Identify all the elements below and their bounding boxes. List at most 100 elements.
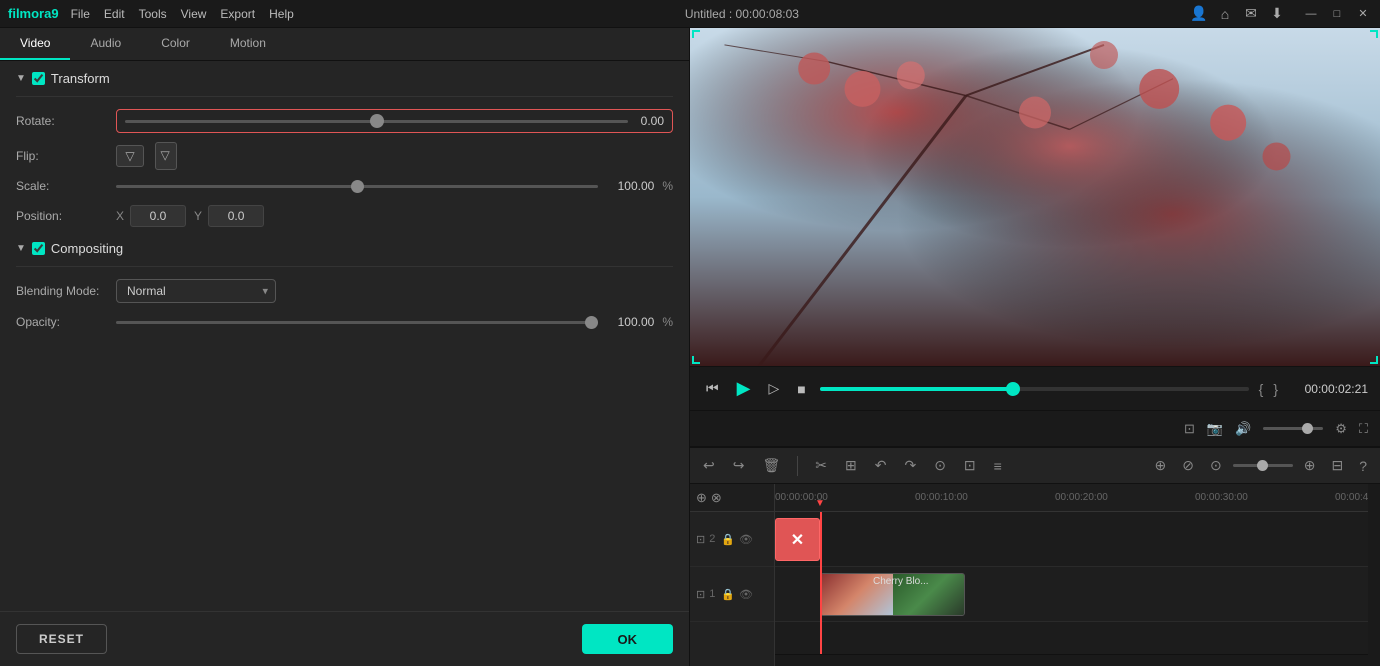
flip-control: ▽ ▷ (116, 145, 673, 167)
rotate-tl-button[interactable]: ↶ (870, 454, 892, 477)
flip-vertical-button[interactable]: ▷ (155, 142, 177, 170)
close-button[interactable]: ✕ (1354, 7, 1372, 20)
volume-slider[interactable] (1263, 427, 1323, 430)
maximize-button[interactable]: □ (1328, 8, 1346, 20)
ruler-mark-10: 00:00:10:00 (915, 492, 968, 503)
tl-zoom-slider[interactable] (1233, 464, 1293, 467)
tl-list-icon[interactable]: ⊟ (1326, 454, 1348, 477)
zoom-button[interactable]: ⊙ (929, 454, 951, 477)
bracket-left[interactable]: { (1259, 381, 1264, 397)
transform-collapse-arrow[interactable]: ▼ (16, 73, 26, 84)
timeline-gutter (1368, 484, 1380, 666)
stop-button[interactable]: ■ (793, 377, 809, 401)
transport-controls: ⏮ ▶ ▷ ■ { } 00:00:02:21 (690, 366, 1380, 410)
color-tl-button[interactable]: ⊡ (959, 454, 981, 477)
flip-tl-button[interactable]: ↷ (899, 454, 921, 477)
filter-button[interactable]: ≡ (989, 455, 1007, 477)
transform-title: Transform (51, 71, 110, 86)
undo-button[interactable]: ↩ (698, 454, 720, 477)
menu-tools[interactable]: Tools (139, 7, 167, 21)
monitor-icon[interactable]: ⊡ (1184, 421, 1195, 437)
settings-icon[interactable]: ⚙ (1335, 421, 1347, 437)
blending-mode-label: Blending Mode: (16, 284, 116, 298)
track1-visibility-icon[interactable]: 👁 (739, 588, 753, 601)
blending-mode-control: Normal Dissolve Multiply Screen Overlay (116, 279, 673, 303)
menu-export[interactable]: Export (220, 7, 255, 21)
opacity-slider[interactable] (116, 321, 598, 324)
preview-corner-br (1370, 356, 1378, 364)
tl-ruler-header: ⊕ ⊗ (690, 484, 774, 512)
link-icon[interactable]: ⊗ (711, 490, 722, 506)
tl-setting2[interactable]: ⊘ (1177, 454, 1199, 477)
compositing-collapse-arrow[interactable]: ▼ (16, 243, 26, 254)
timeline: ↩ ↪ 🗑 ✂ ⊞ ↶ ↷ ⊙ ⊡ ≡ ⊕ ⊘ ⊙ ⊕ ⊟ ? (690, 446, 1380, 666)
rotate-slider[interactable] (125, 120, 628, 123)
tab-audio[interactable]: Audio (70, 28, 141, 60)
mail-icon[interactable]: ✉ (1242, 5, 1260, 22)
video-clip[interactable]: Cherry Blo... (820, 573, 965, 616)
blending-mode-select[interactable]: Normal Dissolve Multiply Screen Overlay (116, 279, 276, 303)
track-1-row: Cherry Blo... (775, 567, 1368, 622)
minimize-button[interactable]: — (1302, 8, 1320, 20)
fullscreen-icon[interactable]: ⛶ (1359, 421, 1368, 437)
add-track-icon[interactable]: ⊕ (696, 490, 707, 506)
transform-checkbox[interactable] (32, 72, 45, 85)
position-x-input[interactable] (130, 205, 186, 227)
compositing-section-header: ▼ Compositing (16, 241, 673, 256)
flip-horizontal-button[interactable]: ▽ (116, 145, 144, 167)
timeline-scrollbar[interactable] (775, 654, 1368, 666)
ruler-mark-30: 00:00:30:00 (1195, 492, 1248, 503)
menu-view[interactable]: View (181, 7, 207, 21)
delete-button[interactable]: 🗑 (757, 454, 785, 477)
redo-button[interactable]: ↪ (728, 454, 750, 477)
tab-video[interactable]: Video (0, 28, 70, 60)
tab-motion[interactable]: Motion (210, 28, 286, 60)
reset-button[interactable]: RESET (16, 624, 107, 654)
progress-fill (820, 387, 1013, 391)
timeline-toolbar-right: ⊕ ⊘ ⊙ ⊕ ⊟ ? (1150, 454, 1372, 477)
scale-slider[interactable] (116, 185, 598, 188)
track2-visibility-icon[interactable]: 👁 (739, 533, 753, 546)
menu-file[interactable]: File (71, 7, 90, 21)
play-button[interactable]: ▶ (733, 374, 755, 403)
user-icon[interactable]: 👤 (1190, 5, 1208, 22)
preview-corner-bl (692, 356, 700, 364)
scale-control: 100.00 % (116, 179, 673, 193)
track2-lock-icon[interactable]: 🔒 (721, 533, 735, 546)
tl-setting1[interactable]: ⊕ (1150, 454, 1172, 477)
timeline-main: 00:00:00:00 00:00:10:00 00:00:20:00 00:0… (775, 484, 1368, 666)
track1-lock-icon[interactable]: 🔒 (721, 588, 735, 601)
menu-bar: File Edit Tools View Export Help (71, 7, 294, 21)
position-x-group: X (116, 205, 186, 227)
track1-video-icon: ⊡ (696, 588, 705, 601)
rotate-box: 0.00 (116, 109, 673, 133)
ok-button[interactable]: OK (582, 624, 674, 654)
clip-red-marker[interactable]: ✕ (775, 518, 820, 561)
home-icon[interactable]: ⌂ (1216, 6, 1234, 22)
playhead (820, 512, 822, 654)
clip-label: Cherry Blo... (873, 576, 929, 587)
snapshot-icon[interactable]: 📷 (1207, 421, 1223, 437)
bracket-right[interactable]: } (1273, 381, 1278, 397)
menu-edit[interactable]: Edit (104, 7, 125, 21)
main-layout: Video Audio Color Motion ▼ Transform Rot… (0, 28, 1380, 666)
tab-color[interactable]: Color (141, 28, 210, 60)
properties-content: ▼ Transform Rotate: 0.00 Flip: ▽ (0, 61, 689, 611)
preview-overlay (690, 28, 1380, 366)
position-y-input[interactable] (208, 205, 264, 227)
ruler-mark-20: 00:00:20:00 (1055, 492, 1108, 503)
tl-setting3[interactable]: ⊙ (1205, 454, 1227, 477)
tl-help-icon[interactable]: ? (1354, 455, 1372, 477)
crop-button[interactable]: ⊞ (840, 454, 862, 477)
opacity-row: Opacity: 100.00 % (16, 315, 673, 329)
progress-bar[interactable] (820, 387, 1249, 391)
cut-button[interactable]: ✂ (810, 454, 832, 477)
skip-back-button[interactable]: ⏮ (702, 376, 723, 401)
download-icon[interactable]: ⬇ (1268, 5, 1286, 22)
opacity-label: Opacity: (16, 315, 116, 329)
menu-help[interactable]: Help (269, 7, 294, 21)
play-forward-button[interactable]: ▷ (764, 376, 783, 401)
tl-zoom-in[interactable]: ⊕ (1299, 454, 1321, 477)
compositing-checkbox[interactable] (32, 242, 45, 255)
volume-icon[interactable]: 🔊 (1235, 421, 1251, 437)
